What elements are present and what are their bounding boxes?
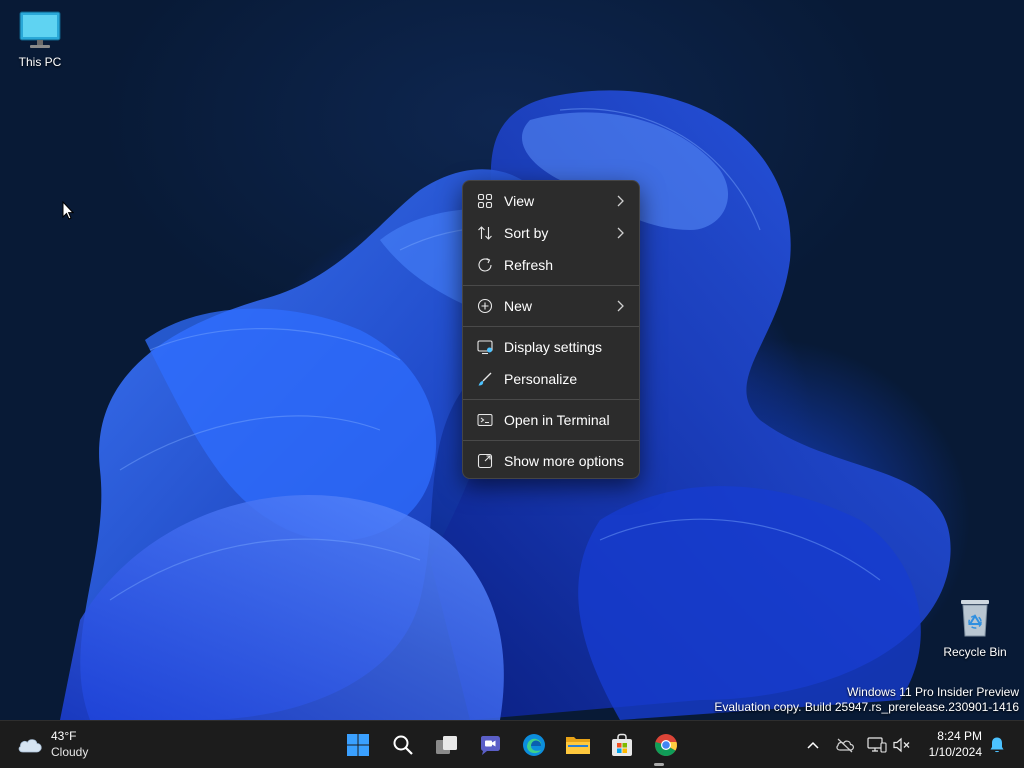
file-explorer-icon [566,737,590,754]
menu-item-open-in-terminal[interactable]: Open in Terminal [463,404,639,436]
task-view-icon [436,736,457,754]
edge-button[interactable] [518,729,550,761]
menu-separator [463,326,639,327]
chevron-right-icon [617,227,624,239]
brush-icon [478,372,492,386]
cloud-icon [18,739,42,753]
menu-item-label: Sort by [504,225,549,241]
plus-circle-icon [477,298,493,314]
display-icon [477,340,493,355]
chrome-button[interactable] [650,729,682,761]
menu-item-refresh[interactable]: Refresh [463,249,639,281]
sort-icon [478,226,492,240]
refresh-icon [478,258,492,272]
start-button[interactable] [342,729,374,761]
menu-separator [463,440,639,441]
expand-icon [477,453,493,469]
show-hidden-icons-button[interactable] [803,735,823,755]
menu-item-display-settings[interactable]: Display settings [463,331,639,363]
search-icon [393,735,413,755]
search-button[interactable] [387,729,419,761]
store-icon [612,733,632,756]
desktop-icon-recycle-bin[interactable]: Recycle Bin [937,596,1013,659]
chrome-icon [655,734,677,756]
menu-separator [463,399,639,400]
network-tray-button[interactable] [867,735,887,755]
desktop-icon-label: This PC [18,55,62,69]
meet-button[interactable] [474,729,506,761]
onedrive-icon [836,738,854,753]
notifications-button[interactable] [987,735,1007,755]
onedrive-tray-button[interactable] [835,735,855,755]
microsoft-store-button[interactable] [606,729,638,761]
menu-item-label: New [504,298,533,314]
taskbar-clock[interactable]: 8:24 PM 1/10/2024 [929,728,982,760]
menu-item-label: Open in Terminal [504,412,610,428]
desktop-icon-label: Recycle Bin [943,645,1007,659]
menu-item-label: Show more options [504,453,624,469]
volume-muted-icon [893,737,910,753]
weather-temperature: 43°F [51,729,77,743]
menu-item-label: View [504,193,535,209]
clock-date: 1/10/2024 [928,745,982,759]
network-icon [867,737,887,753]
watermark-line-2: Evaluation copy. Build 25947.rs_prerelea… [714,700,1019,714]
edge-icon [523,734,545,756]
file-explorer-button[interactable] [562,729,594,761]
menu-item-label: Display settings [504,339,603,355]
mouse-pointer-icon [62,201,74,220]
menu-item-sort-by[interactable]: Sort by [463,217,639,249]
menu-item-view[interactable]: View [463,185,639,217]
bell-icon [990,737,1004,753]
menu-item-personalize[interactable]: Personalize [463,363,639,395]
menu-item-new[interactable]: New [463,290,639,322]
meet-icon [481,736,500,755]
terminal-icon [477,414,493,426]
menu-item-label: Refresh [504,257,554,273]
taskbar: 43°F Cloudy 8:24 PM 1/10/2024 [0,720,1024,768]
task-view-button[interactable] [431,729,463,761]
chevron-up-icon [807,741,819,749]
desktop-context-menu: View Sort by Refresh New Display setting… [462,180,640,479]
recycle-bin-icon [961,600,989,637]
chrome-active-indicator [654,763,664,766]
start-icon [347,734,369,756]
grid-icon [477,193,493,209]
volume-tray-button[interactable] [892,735,912,755]
chevron-right-icon [617,195,624,207]
clock-time: 8:24 PM [937,729,982,743]
evaluation-watermark: Windows 11 Pro Insider Preview Evaluatio… [714,685,1019,715]
chevron-right-icon [617,300,624,312]
menu-item-show-more-options[interactable]: Show more options [463,445,639,477]
menu-item-label: Personalize [504,371,578,387]
weather-condition: Cloudy [51,745,89,759]
desktop-icon-this-pc[interactable]: This PC [2,10,78,69]
monitor-icon [19,11,61,48]
menu-separator [463,285,639,286]
watermark-line-1: Windows 11 Pro Insider Preview [847,685,1019,699]
